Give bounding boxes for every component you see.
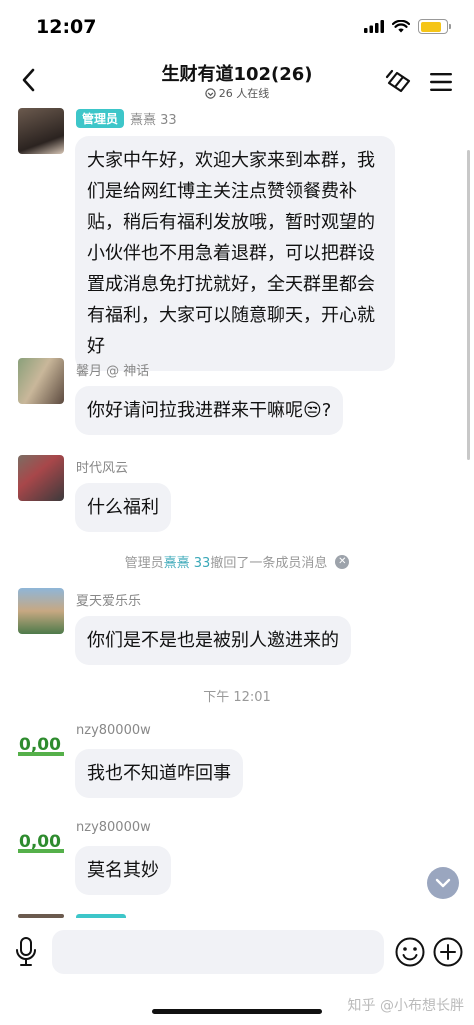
sender-name[interactable]: nzy80000w xyxy=(76,723,151,738)
avatar[interactable] xyxy=(18,588,64,634)
sender-name[interactable]: 熹熹 33 xyxy=(130,109,177,128)
avatar[interactable] xyxy=(18,455,64,501)
avatar[interactable]: 0,00 xyxy=(18,818,64,864)
message-bubble[interactable]: 莫名其妙 xyxy=(75,846,171,895)
sender-line: 管理员 熹熹 33 xyxy=(76,109,177,128)
wifi-icon xyxy=(392,20,410,33)
home-indicator[interactable] xyxy=(152,1009,322,1014)
online-count-text: 26 人在线 xyxy=(218,87,270,100)
close-circle-icon[interactable]: ✕ xyxy=(335,554,350,569)
status-bar: 12:07 xyxy=(0,0,474,54)
nav-bar: 生财有道102(26) 26 人在线 xyxy=(0,54,474,106)
battery-level xyxy=(420,21,441,32)
plus-button[interactable] xyxy=(432,936,464,968)
message-bubble[interactable]: 你们是不是也是被别人邀进来的 xyxy=(75,616,351,665)
avatar[interactable]: 0,00 xyxy=(18,721,64,767)
message-bubble[interactable]: 什么福利 xyxy=(75,483,171,532)
green-logo-icon: 0,00 xyxy=(18,733,64,756)
message-bubble[interactable]: 我也不知道咋回事 xyxy=(75,749,243,798)
emoji-icon xyxy=(395,937,425,967)
group-share-icon xyxy=(385,69,411,93)
message-bubble[interactable]: 大家中午好，欢迎大家来到本群，我们是给网红博主关注点赞领餐费补贴，稍后有福利发放… xyxy=(75,136,395,371)
signal-icon xyxy=(364,20,384,33)
message-bubble[interactable]: 你好请问拉我进群来干嘛呢😒? xyxy=(75,386,344,435)
sender-name[interactable]: 夏天爱乐乐 xyxy=(76,590,141,609)
notice-admin-name[interactable]: 熹熹 33 xyxy=(164,556,211,571)
sender-name[interactable]: nzy80000w xyxy=(76,820,151,835)
notice-suffix: 撤回了一条成员消息 xyxy=(210,556,328,571)
online-icon xyxy=(205,87,216,99)
scroll-to-bottom-button[interactable] xyxy=(427,867,459,899)
recall-notice: 管理员熹熹 33撤回了一条成员消息 ✕ xyxy=(0,552,474,571)
voice-button[interactable] xyxy=(10,934,42,970)
plus-icon xyxy=(433,937,463,967)
watermark: 知乎 @小布想长胖 xyxy=(347,998,464,1014)
scrollbar[interactable] xyxy=(467,150,470,460)
chat-area[interactable]: 管理员 熹熹 33 大家中午好，欢迎大家来到本群，我们是给网红博主关注点赞领餐费… xyxy=(0,106,474,918)
time-separator: 下午 12:01 xyxy=(203,690,271,705)
emoji-button[interactable] xyxy=(394,936,426,968)
sender-line: 夏天爱乐乐 xyxy=(76,590,141,609)
green-logo-icon: 0,00 xyxy=(18,830,64,853)
group-share-button[interactable] xyxy=(382,66,414,98)
message-input[interactable] xyxy=(52,930,384,974)
mic-icon xyxy=(16,937,36,966)
menu-icon xyxy=(430,73,452,91)
sender-line: 时代风云 xyxy=(76,457,128,476)
avatar[interactable] xyxy=(18,358,64,404)
sender-name[interactable]: 时代风云 xyxy=(76,457,128,476)
notice-prefix: 管理员 xyxy=(124,556,164,571)
status-icons xyxy=(364,19,451,34)
sender-name[interactable]: 馨月 @ 神话 xyxy=(76,360,149,379)
chevron-down-icon xyxy=(435,878,451,888)
status-time: 12:07 xyxy=(36,16,97,38)
menu-button[interactable] xyxy=(425,66,457,98)
input-bar xyxy=(0,918,474,984)
battery-icon xyxy=(418,19,451,34)
sender-line: nzy80000w xyxy=(76,723,151,738)
avatar[interactable] xyxy=(18,108,64,154)
sender-line: 馨月 @ 神话 xyxy=(76,360,149,379)
sender-line: nzy80000w xyxy=(76,820,151,835)
admin-badge: 管理员 xyxy=(76,109,125,128)
